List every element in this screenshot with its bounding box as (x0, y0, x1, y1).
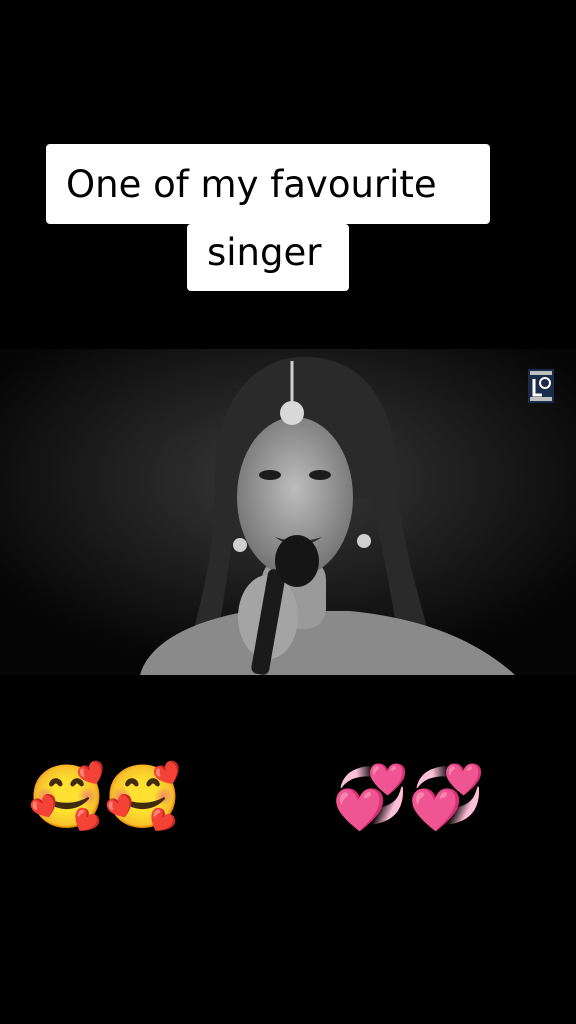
video-frame (0, 349, 576, 675)
heart-eyes-emoji: 😍 (259, 760, 325, 833)
smiling-face-with-hearts-emoji: 🥰 (104, 760, 182, 833)
revolving-hearts-emoji: 💞 (332, 760, 410, 833)
microphone-head (275, 535, 319, 587)
smiling-face-with-hearts-emoji: 🥰 (28, 760, 106, 833)
right-eye (309, 470, 331, 480)
caption-box-line-1: One of my favourite (46, 144, 490, 224)
left-eye (259, 470, 281, 480)
right-earring (357, 534, 371, 548)
singer-photo (0, 349, 576, 675)
caption-box-line-2: singer (187, 224, 349, 291)
heart-eyes-emoji: 😍 (183, 760, 249, 833)
caption-text-line-1: One of my favourite (66, 163, 437, 206)
caption-text-line-2: singer (207, 231, 322, 274)
left-earring (233, 538, 247, 552)
emoji-row: 🥰 🥰 😍 😍 💞 💞 (28, 760, 486, 834)
channel-logo-icon (528, 369, 554, 403)
headpiece-pendant (280, 401, 304, 425)
revolving-hearts-emoji: 💞 (408, 760, 486, 833)
